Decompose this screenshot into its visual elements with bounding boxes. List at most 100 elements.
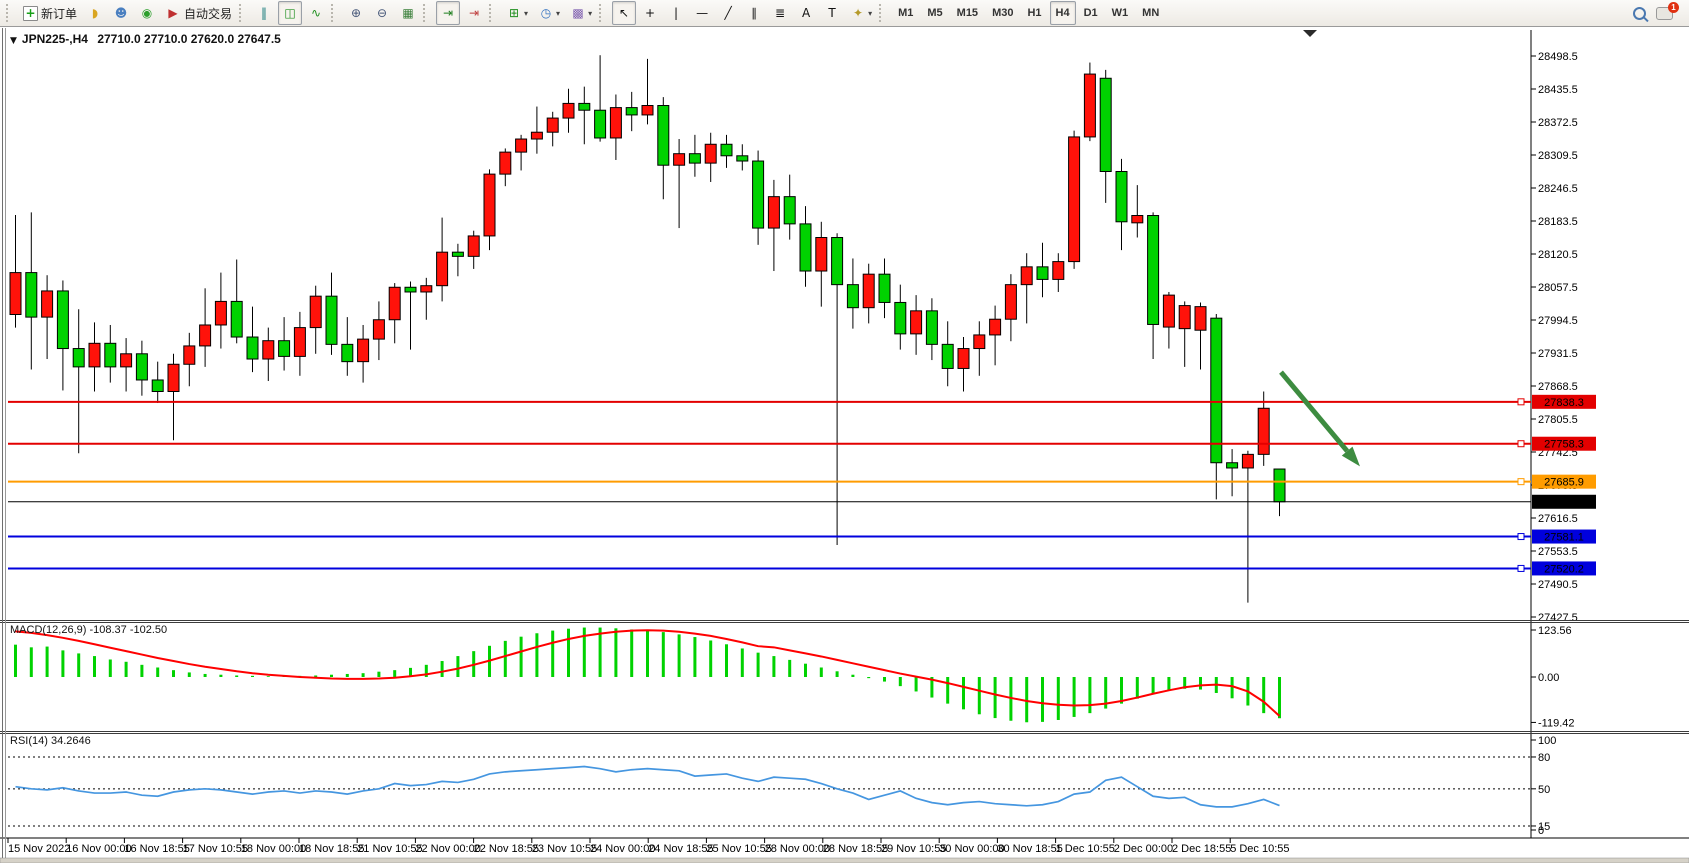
macd-histogram-bar [709, 640, 712, 677]
time-tick-label: 22 Nov 18:55 [474, 843, 539, 855]
arrows-dropdown[interactable]: ✦▾ [846, 1, 876, 25]
line-handle[interactable] [1518, 479, 1524, 485]
macd-histogram-bar [456, 656, 459, 677]
timeframe-mn-button[interactable]: MN [1136, 1, 1165, 25]
zoom-in-icon: ⊕ [348, 5, 364, 21]
candle-down [879, 274, 890, 302]
price-tick-label: 27616.5 [1538, 513, 1578, 525]
time-tick-label: 18 Nov 18:55 [299, 843, 364, 855]
time-tick-label: 5 Dec 10:55 [1230, 843, 1289, 855]
announcement-icon-icon: ◗ [87, 5, 103, 21]
macd-histogram-bar [46, 647, 49, 677]
candle-down [800, 224, 811, 271]
notification-badge: 1 [1668, 2, 1679, 13]
timeframe-h4-button[interactable]: H4 [1050, 1, 1076, 25]
tile-windows-button[interactable]: ▦ [396, 1, 420, 25]
toolbar-grip [599, 4, 606, 22]
trendline-icon: ╱ [720, 5, 736, 21]
macd-histogram-bar [693, 637, 696, 677]
svg-text:27758.3: 27758.3 [1544, 439, 1584, 451]
zoom-in-button[interactable]: ⊕ [344, 1, 368, 25]
candle-up [184, 346, 195, 364]
announcement-icon-button[interactable]: ◗ [83, 1, 107, 25]
timeframe-m30-button[interactable]: M30 [986, 1, 1019, 25]
channel-button[interactable]: ∥ [742, 1, 766, 25]
panel-separator[interactable] [0, 622, 1689, 623]
candle-up [1195, 307, 1206, 331]
svg-text:27581.1: 27581.1 [1544, 532, 1584, 544]
text-button[interactable]: A [794, 1, 818, 25]
macd-histogram-bar [836, 671, 839, 677]
panel-separator[interactable] [0, 620, 1689, 621]
auto-scroll-button[interactable]: ⇥ [436, 1, 460, 25]
candle-down [1274, 469, 1285, 502]
text-label-button[interactable]: T [820, 1, 844, 25]
line-handle[interactable] [1518, 534, 1524, 540]
candle-down [626, 108, 637, 115]
signals-button[interactable]: ◉ [135, 1, 159, 25]
notifications-button[interactable]: 1 [1652, 1, 1677, 25]
time-tick-label: 18 Nov 00:00 [241, 843, 306, 855]
macd-histogram-bar [204, 674, 207, 677]
macd-histogram-bar [504, 641, 507, 677]
templates-dropdown[interactable]: ▩▾ [566, 1, 596, 25]
macd-histogram-bar [1262, 677, 1265, 713]
candlestick-chart-icon: ◫ [282, 5, 298, 21]
panel-separator[interactable] [0, 731, 1689, 732]
chart-area: 28498.528435.528372.528309.528246.528183… [0, 0, 1689, 863]
autotrading-button[interactable]: ▶自动交易 [161, 1, 236, 25]
search-button[interactable] [1629, 1, 1650, 25]
time-tick-label: 24 Nov 18:55 [648, 843, 713, 855]
line-handle[interactable] [1518, 565, 1524, 571]
macd-histogram-bar [646, 631, 649, 677]
chart-shift-button[interactable]: ⇥ [462, 1, 486, 25]
candle-up [1084, 74, 1095, 137]
timeframe-d1-button[interactable]: D1 [1078, 1, 1104, 25]
new-order-button[interactable]: +新订单 [19, 1, 81, 25]
candle-up [516, 139, 527, 152]
indicators-dropdown[interactable]: ⊞▾ [502, 1, 532, 25]
one-click-trading-toggle[interactable]: ▼ [10, 36, 17, 46]
macd-histogram-bar [441, 661, 444, 677]
candle-up [705, 144, 716, 163]
candle-up [484, 174, 495, 236]
crosshair-button[interactable]: + [638, 1, 662, 25]
community-button[interactable]: ☻ [109, 1, 133, 25]
vertical-line-button[interactable]: | [664, 1, 688, 25]
trendline-button[interactable]: ╱ [716, 1, 740, 25]
macd-tick-label: 123.56 [1538, 625, 1572, 637]
panel-separator[interactable] [0, 733, 1689, 734]
line-handle[interactable] [1518, 441, 1524, 447]
candlestick-chart-button[interactable]: ◫ [278, 1, 302, 25]
timeframe-h1-button[interactable]: H1 [1021, 1, 1047, 25]
chart-shift-icon: ⇥ [466, 5, 482, 21]
horizontal-line-button[interactable]: — [690, 1, 714, 25]
line-chart-button[interactable]: ∿ [304, 1, 328, 25]
timeframe-m5-button[interactable]: M5 [921, 1, 948, 25]
timeframe-m15-button[interactable]: M15 [951, 1, 984, 25]
candle-down [895, 302, 906, 333]
chat-bubble-icon: 1 [1656, 7, 1673, 20]
macd-tick-label: 0.00 [1538, 672, 1559, 684]
bar-chart-button[interactable]: ‖ [252, 1, 276, 25]
macd-histogram-bar [1073, 677, 1076, 717]
timeframe-w1-button[interactable]: W1 [1106, 1, 1135, 25]
toolbar-grip [489, 4, 496, 22]
timeframe-m1-button[interactable]: M1 [892, 1, 919, 25]
zoom-out-button[interactable]: ⊖ [370, 1, 394, 25]
price-tick-label: 27994.5 [1538, 315, 1578, 327]
cursor-button[interactable]: ↖ [612, 1, 636, 25]
periods-dropdown[interactable]: ◷▾ [534, 1, 564, 25]
fibonacci-button[interactable]: ≣ [768, 1, 792, 25]
chevron-down-icon: ▾ [588, 9, 592, 18]
candle-up [437, 252, 448, 286]
candle-up [373, 320, 384, 339]
line-handle[interactable] [1518, 399, 1524, 405]
time-tick-label: 25 Nov 10:55 [706, 843, 771, 855]
macd-histogram-bar [788, 660, 791, 677]
candle-up [468, 236, 479, 256]
line-chart-icon: ∿ [308, 5, 324, 21]
macd-histogram-bar [520, 637, 523, 677]
toolbar-grip [6, 4, 13, 22]
candle-up [1163, 295, 1174, 327]
